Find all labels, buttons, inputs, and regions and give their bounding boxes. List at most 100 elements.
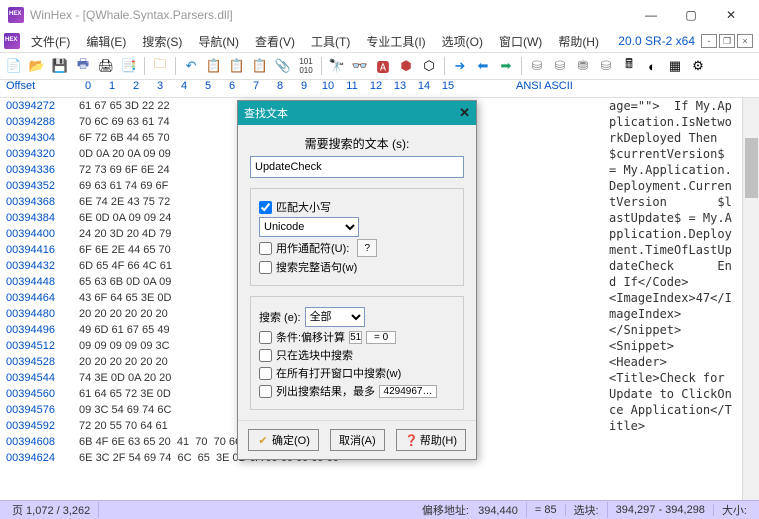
find-next-icon[interactable]: ⬢ xyxy=(396,56,416,76)
disk4-icon[interactable]: ⛁ xyxy=(596,56,616,76)
find-icon[interactable]: 🔭 xyxy=(327,56,347,76)
hex-cell[interactable]: 0D 0A 20 0A 09 09 xyxy=(76,146,171,162)
folder-icon[interactable]: 🗀 xyxy=(150,56,170,76)
disk3-icon[interactable]: ⛃ xyxy=(573,56,593,76)
mdi-restore[interactable]: ❐ xyxy=(719,34,735,48)
paste-icon[interactable]: 📋 xyxy=(250,56,270,76)
offset-cell: 00394464 xyxy=(0,290,76,306)
find-text-icon[interactable]: 🅰 xyxy=(373,56,393,76)
cancel-button[interactable]: 取消(A) xyxy=(330,429,385,451)
close-button[interactable]: ✕ xyxy=(711,1,751,29)
menu-tools[interactable]: 工具(T) xyxy=(304,31,357,52)
clip-icon[interactable]: 📎 xyxy=(273,56,293,76)
save2-icon[interactable]: 🖶 xyxy=(73,56,93,76)
minimize-button[interactable]: ― xyxy=(631,1,671,29)
hex-cell[interactable]: 6E 0D 0A 09 09 24 xyxy=(76,210,171,226)
col-9: 9 xyxy=(292,80,316,97)
ok-button[interactable]: ✔确定(O) xyxy=(248,429,319,451)
hex-cell[interactable]: 69 63 61 74 69 6F xyxy=(76,178,168,194)
col-8: 8 xyxy=(268,80,292,97)
find-prev-icon[interactable]: ⬡ xyxy=(419,56,439,76)
cond-value[interactable] xyxy=(349,331,362,344)
wildcard-char[interactable]: ? xyxy=(357,239,377,257)
search-text-label: 需要搜索的文本 (s): xyxy=(250,135,464,152)
find-hex-icon[interactable]: 👓 xyxy=(350,56,370,76)
hex-cell[interactable]: 20 20 20 20 20 20 xyxy=(76,354,168,370)
hex-cell[interactable]: 09 3C 54 69 74 6C xyxy=(76,402,171,418)
cond-eq[interactable] xyxy=(366,331,396,344)
101-icon[interactable]: 101010 xyxy=(296,56,316,76)
list-results-checkbox[interactable] xyxy=(259,385,272,398)
menu-window[interactable]: 窗口(W) xyxy=(492,31,549,52)
save-icon[interactable]: 💾 xyxy=(50,56,70,76)
hex-cell[interactable]: 43 6F 64 65 3E 0D xyxy=(76,290,171,306)
hex-cell[interactable]: 72 73 69 6F 6E 24 xyxy=(76,162,170,178)
match-case-checkbox[interactable] xyxy=(259,201,272,214)
menu-nav[interactable]: 导航(N) xyxy=(191,31,246,52)
open-icon[interactable]: 📂 xyxy=(27,56,47,76)
sel-only-checkbox[interactable] xyxy=(259,349,272,362)
hex-cell[interactable]: 65 63 6B 0D 0A 09 xyxy=(76,274,171,290)
undo-icon[interactable]: ↶ xyxy=(181,56,201,76)
disk1-icon[interactable]: ⛁ xyxy=(527,56,547,76)
copy-icon[interactable]: 📋 xyxy=(204,56,224,76)
props-icon[interactable]: 📑 xyxy=(119,56,139,76)
disk2-icon[interactable]: ⛁ xyxy=(550,56,570,76)
hex-cell[interactable]: 20 20 20 20 20 20 xyxy=(76,306,168,322)
hex-cell[interactable]: 49 6D 61 67 65 49 xyxy=(76,322,170,338)
col-6: 6 xyxy=(220,80,244,97)
menu-file[interactable]: 文件(F) xyxy=(24,31,77,52)
tool2-icon[interactable]: ▦ xyxy=(665,56,685,76)
menu-help[interactable]: 帮助(H) xyxy=(551,31,606,52)
calc-icon[interactable]: 🖩 xyxy=(619,56,639,76)
copy2-icon[interactable]: 📋 xyxy=(227,56,247,76)
search-input[interactable] xyxy=(250,156,464,178)
hex-cell[interactable]: 74 3E 0D 0A 20 20 xyxy=(76,370,171,386)
dialog-close-icon[interactable]: ✕ xyxy=(459,105,470,121)
mdi-close[interactable]: × xyxy=(737,34,753,48)
ascii-column[interactable]: age=""> If My.Application.IsNetworkDeplo… xyxy=(609,98,739,434)
hex-cell[interactable]: 09 09 09 09 09 3C xyxy=(76,338,170,354)
wildcard-checkbox[interactable] xyxy=(259,242,272,255)
col-5: 5 xyxy=(196,80,220,97)
status-eq: = 85 xyxy=(527,504,566,516)
hex-cell[interactable]: 6E 74 2E 43 75 72 xyxy=(76,194,170,210)
offset-header: Offset xyxy=(0,80,76,97)
hex-cell[interactable]: 24 20 3D 20 4D 79 xyxy=(76,226,171,242)
tool1-icon[interactable]: ◐ xyxy=(642,56,662,76)
menu-view[interactable]: 查看(V) xyxy=(248,31,302,52)
menu-pro[interactable]: 专业工具(I) xyxy=(359,31,432,52)
scope-select[interactable]: 全部 xyxy=(305,307,365,327)
hex-cell[interactable]: 72 20 55 70 64 61 xyxy=(76,418,168,434)
hex-cell[interactable]: 61 67 65 3D 22 22 xyxy=(76,98,170,114)
goto-icon[interactable]: ➜ xyxy=(450,56,470,76)
toolbar: 📄 📂 💾 🖶 🖨 📑 🗀 ↶ 📋 📋 📋 📎 101010 🔭 👓 🅰 ⬢ ⬡… xyxy=(0,52,759,80)
all-windows-checkbox[interactable] xyxy=(259,367,272,380)
hex-cell[interactable]: 61 64 65 72 3E 0D xyxy=(76,386,171,402)
mdi-minimize[interactable]: - xyxy=(701,34,717,48)
encoding-select[interactable]: Unicode xyxy=(259,217,359,237)
whole-word-checkbox[interactable] xyxy=(259,261,272,274)
list-max[interactable] xyxy=(379,385,437,398)
menu-edit[interactable]: 编辑(E) xyxy=(79,31,133,52)
hex-cell[interactable]: 6D 65 4F 66 4C 61 xyxy=(76,258,172,274)
hex-cell[interactable]: 6F 6E 2E 44 65 70 xyxy=(76,242,171,258)
col-1: 1 xyxy=(100,80,124,97)
offset-cell: 00394480 xyxy=(0,306,76,322)
hex-cell[interactable]: 70 6C 69 63 61 74 xyxy=(76,114,170,130)
offset-cell: 00394336 xyxy=(0,162,76,178)
back-icon[interactable]: ⬅ xyxy=(473,56,493,76)
maximize-button[interactable]: ▢ xyxy=(671,1,711,29)
offset-cell: 00394544 xyxy=(0,370,76,386)
hex-cell[interactable]: 6F 72 6B 44 65 70 xyxy=(76,130,170,146)
gear-icon[interactable]: ⚙ xyxy=(688,56,708,76)
help-button[interactable]: ❓帮助(H) xyxy=(396,429,466,451)
menu-search[interactable]: 搜索(S) xyxy=(135,31,189,52)
menu-options[interactable]: 选项(O) xyxy=(435,31,490,52)
print-icon[interactable]: 🖨 xyxy=(96,56,116,76)
fwd-icon[interactable]: ➡ xyxy=(496,56,516,76)
new-icon[interactable]: 📄 xyxy=(4,56,24,76)
cond-checkbox[interactable] xyxy=(259,331,272,344)
col-4: 4 xyxy=(172,80,196,97)
vertical-scrollbar[interactable] xyxy=(742,98,759,500)
